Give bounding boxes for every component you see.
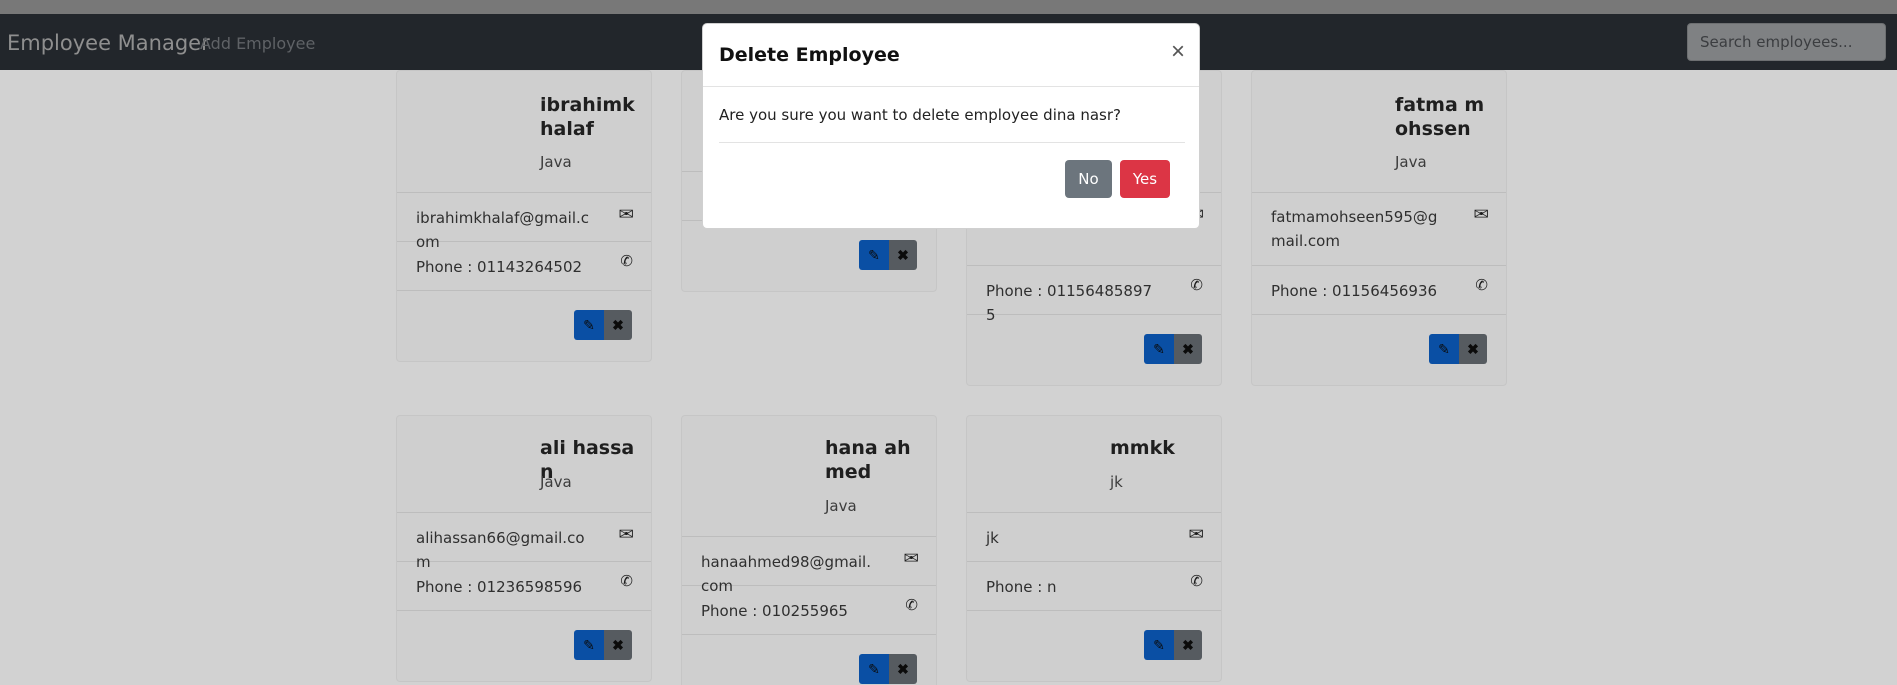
employee-job-title: Java: [540, 153, 572, 171]
add-employee-link[interactable]: Add Employee: [200, 34, 315, 53]
employee-job-title: jk: [1110, 473, 1123, 491]
employee-phone: Phone : 01156456936: [1271, 282, 1438, 300]
employee-job-title: Java: [1395, 153, 1427, 171]
close-icon[interactable]: ×: [1171, 38, 1185, 66]
yes-button[interactable]: Yes: [1120, 160, 1170, 198]
employee-card: hana ahmed Java hanaahmed98@gmail.com ✉ Phon…: [681, 415, 937, 685]
no-button[interactable]: No: [1065, 160, 1112, 198]
action-button-group: ✎ ✖: [859, 654, 917, 684]
employee-phone: Phone : 01143264502: [416, 258, 583, 276]
employee-job-title: Java: [540, 473, 572, 491]
phone-row: Phone : 010255965 ✆: [682, 586, 936, 635]
envelope-icon: ✉: [618, 525, 635, 543]
edit-employee-button[interactable]: ✎: [1144, 630, 1174, 660]
edit-employee-button[interactable]: ✎: [574, 630, 604, 660]
action-button-group: ✎ ✖: [859, 240, 917, 270]
action-button-group: ✎ ✖: [1144, 334, 1202, 364]
action-button-group: ✎ ✖: [1144, 630, 1202, 660]
delete-employee-button[interactable]: ✖: [604, 310, 632, 340]
phone-icon: ✆: [620, 572, 633, 590]
email-row: jk ✉: [967, 513, 1221, 562]
employee-name: ibrahimkhalaf: [540, 94, 635, 140]
phone-icon: ✆: [905, 596, 918, 614]
action-button-group: ✎ ✖: [574, 310, 632, 340]
card-header: hana ahmed Java: [682, 416, 936, 537]
modal-divider: [719, 142, 1185, 143]
phone-row: Phone : 01236598596 ✆: [397, 562, 651, 611]
phone-icon: ✆: [1190, 572, 1203, 590]
edit-employee-button[interactable]: ✎: [859, 240, 889, 270]
envelope-icon: ✉: [618, 205, 635, 223]
email-row: ibrahimkhalaf@gmail.com ✉: [397, 193, 651, 251]
card-actions: ✎ ✖: [1252, 315, 1506, 385]
brand-link[interactable]: Employee Manager: [7, 31, 210, 55]
card-header: ali hassan Java: [397, 416, 651, 513]
card-actions: ✎ ✖: [967, 315, 1221, 385]
card-header: mmkk jk: [967, 416, 1221, 513]
delete-employee-button[interactable]: ✖: [1174, 630, 1202, 660]
edit-employee-button[interactable]: ✎: [859, 654, 889, 684]
card-actions: ✎ ✖: [967, 611, 1221, 681]
employee-phone: Phone : 010255965: [701, 602, 848, 620]
card-actions: ✎ ✖: [682, 635, 936, 685]
envelope-icon: ✉: [1473, 205, 1490, 223]
search-input[interactable]: [1687, 23, 1886, 61]
email-row: hanaahmed98@gmail.com ✉: [682, 537, 936, 595]
top-strip: [0, 0, 1897, 14]
edit-employee-button[interactable]: ✎: [574, 310, 604, 340]
phone-row: Phone : 01143264502 ✆: [397, 242, 651, 291]
card-actions: ✎ ✖: [397, 611, 651, 681]
phone-row: Phone : n ✆: [967, 562, 1221, 611]
delete-employee-button[interactable]: ✖: [889, 654, 917, 684]
employee-email: jk: [986, 529, 999, 547]
delete-employee-button[interactable]: ✖: [1459, 334, 1487, 364]
modal-header: Delete Employee ×: [703, 24, 1199, 87]
edit-employee-button[interactable]: ✎: [1429, 334, 1459, 364]
delete-employee-button[interactable]: ✖: [889, 240, 917, 270]
phone-icon: ✆: [1190, 276, 1203, 294]
employee-name: fatma mohssen: [1395, 94, 1485, 140]
employee-phone: Phone : 01236598596: [416, 578, 583, 596]
employee-card: fatma mohssen Java fatmamohseen595@gmail.c…: [1251, 70, 1507, 386]
delete-employee-button[interactable]: ✖: [1174, 334, 1202, 364]
employee-name: hana ahmed: [825, 437, 911, 483]
envelope-icon: ✉: [1188, 525, 1205, 543]
card-actions: ✎ ✖: [682, 221, 936, 291]
employee-phone: Phone : n: [986, 578, 1057, 596]
delete-employee-button[interactable]: ✖: [604, 630, 632, 660]
card-header: fatma mohssen Java: [1252, 71, 1506, 193]
employee-card: mmkk jk jk ✉ Phone : n ✆ ✎ ✖: [966, 415, 1222, 682]
phone-icon: ✆: [620, 252, 633, 270]
employee-card: ali hassan Java alihassan66@gmail.com ✉ Phon…: [396, 415, 652, 682]
employee-card: ibrahimkhalaf Java ibrahimkhalaf@gmail.com…: [396, 70, 652, 362]
employee-email: fatmamohseen595@gmail.com: [1271, 208, 1438, 250]
action-button-group: ✎ ✖: [1429, 334, 1487, 364]
phone-row: Phone : 01156456936 ✆: [1252, 266, 1506, 315]
envelope-icon: ✉: [903, 549, 920, 567]
edit-employee-button[interactable]: ✎: [1144, 334, 1174, 364]
card-actions: ✎ ✖: [397, 291, 651, 361]
action-button-group: ✎ ✖: [574, 630, 632, 660]
modal-message: Are you sure you want to delete employee…: [719, 106, 1121, 124]
delete-employee-modal: Delete Employee × Are you sure you want …: [702, 23, 1200, 229]
employee-name: mmkk: [1110, 437, 1175, 459]
card-header: ibrahimkhalaf Java: [397, 71, 651, 193]
email-row: alihassan66@gmail.com ✉: [397, 513, 651, 571]
email-row: fatmamohseen595@gmail.com ✉: [1252, 193, 1506, 266]
phone-icon: ✆: [1475, 276, 1488, 294]
modal-title: Delete Employee: [719, 44, 900, 66]
employee-job-title: Java: [825, 497, 857, 515]
phone-row: Phone : 011564858975 ✆: [967, 266, 1221, 324]
